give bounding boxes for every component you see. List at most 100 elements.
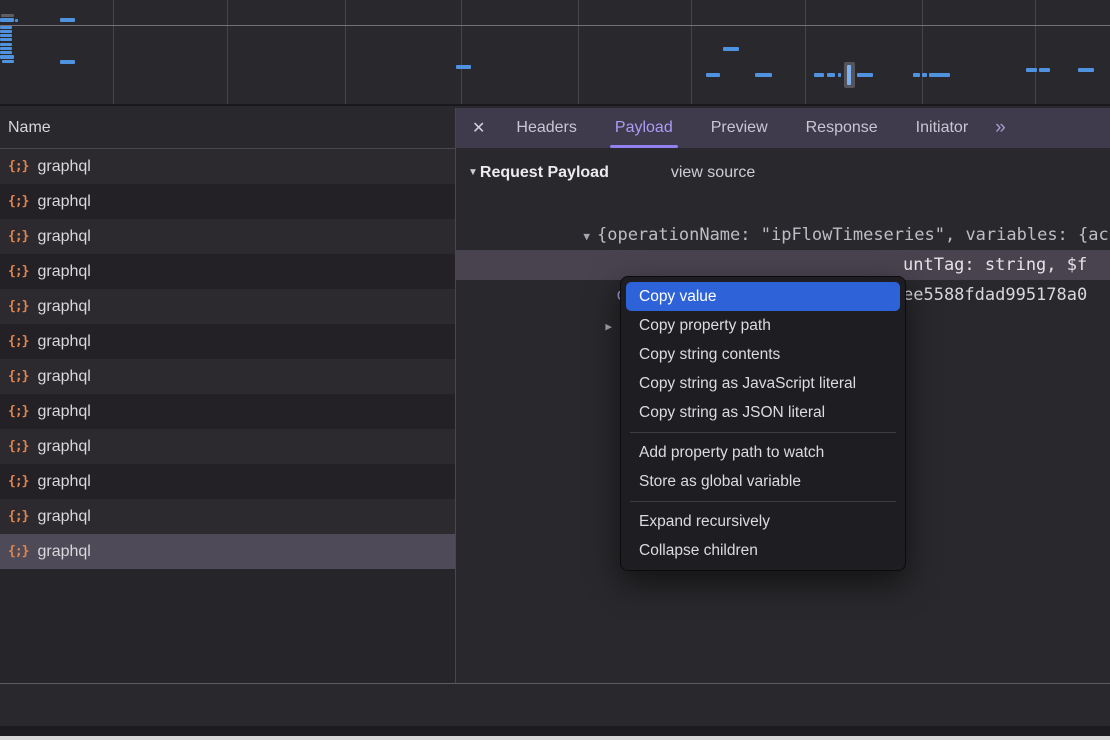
request-row[interactable]: {;}graphql	[0, 464, 455, 499]
request-name-label: graphql	[37, 193, 90, 211]
timeline-bar	[60, 60, 75, 64]
request-payload-title: Request Payload	[480, 164, 609, 181]
menu-item[interactable]: Add property path to watch	[626, 438, 900, 467]
timeline-bar	[1, 14, 14, 17]
context-menu: Copy valueCopy property pathCopy string …	[620, 276, 906, 571]
collapse-triangle-icon[interactable]: ▼	[468, 167, 478, 178]
timeline-bar	[0, 38, 12, 41]
timeline-gridline	[113, 0, 114, 104]
timeline-gridline	[805, 0, 806, 104]
timeline-bar	[0, 51, 12, 54]
tab-preview[interactable]: Preview	[711, 108, 768, 148]
timeline-bar	[0, 55, 14, 59]
timeline-bar	[2, 60, 14, 63]
request-row[interactable]: {;} graphql	[0, 359, 455, 394]
menu-item[interactable]: Copy string as JSON literal	[626, 398, 900, 427]
query-value-right-fragment: untTag: string, $f	[903, 250, 1087, 280]
request-row[interactable]: {;} graphql	[0, 324, 455, 359]
json-request-icon: {;}	[8, 159, 28, 174]
tab-initiator[interactable]: Initiator	[916, 108, 968, 148]
timeline-bar	[60, 18, 75, 22]
timeline-bar	[857, 73, 873, 77]
tab-response[interactable]: Response	[806, 108, 878, 148]
menu-item[interactable]: Copy string as JavaScript literal	[626, 369, 900, 398]
timeline-band-divider	[0, 25, 1110, 26]
name-column-header[interactable]: Name	[0, 108, 455, 149]
request-name-label: graphql	[37, 438, 90, 456]
request-list: {;} graphql {;} graphql {;} graphql {;} graphql…	[0, 149, 455, 569]
menu-item[interactable]: Expand recursively	[626, 507, 900, 536]
timeline-gridline	[922, 0, 923, 104]
close-icon[interactable]: ✕	[472, 118, 485, 138]
name-column-label: Name	[8, 119, 51, 136]
json-request-icon: {;}	[8, 439, 28, 454]
bottom-dark-strip	[0, 726, 1110, 736]
request-name-label: graphql	[37, 158, 90, 176]
timeline-bar	[1026, 68, 1037, 72]
menu-separator	[630, 501, 896, 502]
request-row[interactable]: {;} graphql	[0, 149, 455, 184]
menu-item[interactable]: Copy value	[626, 282, 900, 311]
menu-item[interactable]: Copy string contents	[626, 340, 900, 369]
timeline-bar	[1078, 68, 1094, 72]
timeline-bar	[456, 65, 471, 69]
timeline-bar	[723, 47, 739, 51]
timeline-bar	[838, 73, 841, 77]
request-name-label: graphql	[37, 543, 90, 561]
request-name-label: graphql	[37, 333, 90, 351]
tab-payload[interactable]: Payload	[615, 108, 673, 148]
devtools-network-window: Name {;}graphql{;}graphql{;}graphql{;}gr…	[0, 0, 1110, 740]
view-source-link[interactable]: view source	[671, 164, 755, 181]
timeline-gridline	[345, 0, 346, 104]
timeline-bar	[0, 30, 12, 33]
json-request-icon: {;}	[8, 334, 28, 349]
request-name-label: graphql	[37, 508, 90, 526]
request-name-label: graphql	[37, 228, 90, 246]
timeline-bar	[814, 73, 824, 77]
timeline-bar	[1039, 68, 1050, 72]
tab-headers[interactable]: Headers	[516, 108, 576, 148]
json-request-icon: {;}	[8, 509, 28, 524]
menu-item[interactable]: Collapse children	[626, 536, 900, 565]
request-row[interactable]: {;} graphql	[0, 394, 455, 429]
tree-row-root[interactable]: ▼{operationName: "ipFlowTimeseries", var…	[456, 190, 1110, 220]
json-request-icon: {;}	[8, 194, 28, 209]
json-request-icon: {;}	[8, 369, 28, 384]
json-request-icon: {;}	[8, 299, 28, 314]
request-row[interactable]: {;} graphql	[0, 254, 455, 289]
window-bottom-edge	[0, 736, 1110, 740]
request-row[interactable]: {;} graphql	[0, 429, 455, 464]
request-row[interactable]: {;} graphql	[0, 534, 455, 569]
request-row[interactable]: {;}graphql	[0, 219, 455, 254]
request-name-label: graphql	[37, 263, 90, 281]
timeline-gridline	[227, 0, 228, 104]
network-overview-timeline[interactable]	[0, 0, 1110, 106]
more-tabs-icon[interactable]: »	[995, 117, 1006, 139]
request-row[interactable]: {;} graphql	[0, 289, 455, 324]
expand-triangle-icon[interactable]: ▶	[605, 320, 612, 333]
request-row[interactable]: {;} graphql	[0, 184, 455, 219]
json-request-icon: {;}	[8, 544, 28, 559]
menu-item[interactable]: Store as global variable	[626, 467, 900, 496]
timeline-bar	[15, 19, 18, 22]
request-name-label: graphql	[37, 368, 90, 386]
request-name-label: graphql	[37, 298, 90, 316]
timeline-bar	[0, 47, 12, 50]
bottom-divider	[0, 683, 1110, 684]
requests-panel: Name {;}graphql{;}graphql{;}graphql{;}gr…	[0, 108, 456, 683]
json-request-icon: {;}	[8, 404, 28, 419]
timeline-bar	[827, 73, 835, 77]
timeline-gridline	[578, 0, 579, 104]
json-request-icon: {;}	[8, 264, 28, 279]
tree-row-operation-name[interactable]: operationName: "ipFlowTimeseries"	[456, 220, 1110, 250]
menu-item[interactable]: Copy property path	[626, 311, 900, 340]
timeline-bar	[913, 73, 920, 77]
request-row[interactable]: {;} graphql	[0, 499, 455, 534]
timeline-gridline	[461, 0, 462, 104]
request-name-label: graphql	[37, 403, 90, 421]
request-name-label: graphql	[37, 473, 90, 491]
timeline-bar	[755, 73, 772, 77]
detail-tabs: Headers Payload Preview Response Initiator	[497, 108, 987, 148]
request-payload-section-header: ▼Request Payload view source	[468, 164, 1110, 182]
timeline-gridline	[691, 0, 692, 104]
